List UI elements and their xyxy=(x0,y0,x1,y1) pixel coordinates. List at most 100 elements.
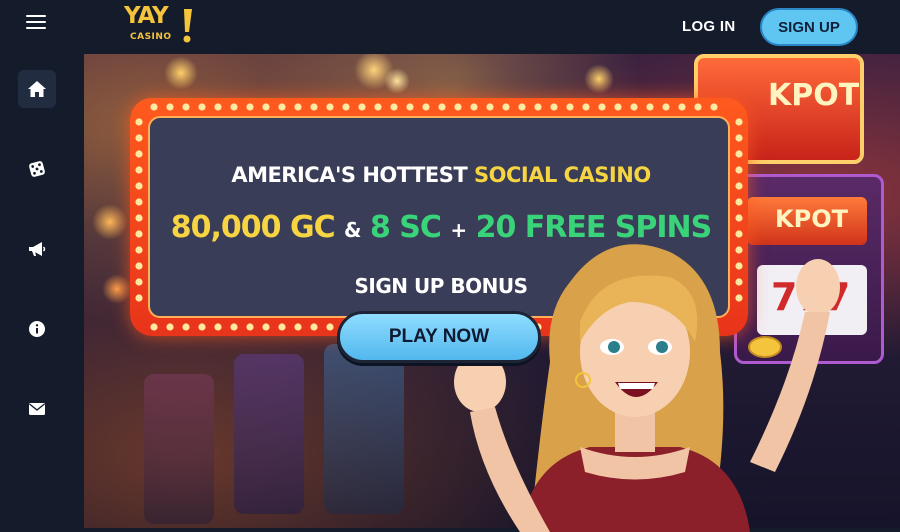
play-now-button[interactable]: PLAY NOW xyxy=(337,311,541,363)
marquee-bulb xyxy=(566,103,574,111)
marquee-bulb xyxy=(262,323,270,331)
marquee-bulb xyxy=(135,294,143,302)
marquee-bulb xyxy=(630,103,638,111)
coin-decoration xyxy=(584,64,614,94)
bokeh-light xyxy=(384,68,410,94)
marquee-bulb xyxy=(135,278,143,286)
marquee-bulb xyxy=(135,166,143,174)
marquee-bulb xyxy=(342,103,350,111)
marquee-bulb xyxy=(406,103,414,111)
marquee-bulb xyxy=(230,323,238,331)
offer-ampersand: & xyxy=(344,218,361,242)
marquee-bulb xyxy=(646,103,654,111)
sidebar-item-games[interactable] xyxy=(18,150,56,188)
marquee-bulb xyxy=(358,103,366,111)
logo-sub-text: CASINO xyxy=(130,32,172,42)
offer-gc: 80,000 GC xyxy=(170,210,336,245)
marquee-bulb xyxy=(326,323,334,331)
marquee-bulb xyxy=(278,323,286,331)
hero-character-illustration xyxy=(454,244,840,532)
marquee-bulb xyxy=(735,134,743,142)
marquee-bulb xyxy=(710,103,718,111)
marquee-bulb xyxy=(390,103,398,111)
marquee-bulb xyxy=(246,103,254,111)
sidebar-item-home[interactable] xyxy=(18,70,56,108)
marquee-bulb xyxy=(135,182,143,190)
promo-headline-prefix: AMERICA'S HOTTEST xyxy=(231,163,468,187)
marquee-bulb xyxy=(534,103,542,111)
marquee-bulb xyxy=(214,103,222,111)
info-icon xyxy=(29,321,45,337)
menu-icon[interactable] xyxy=(26,13,48,31)
marquee-bulb xyxy=(135,118,143,126)
marquee-bulb xyxy=(598,103,606,111)
marquee-bulb xyxy=(310,323,318,331)
sidebar-item-contact[interactable] xyxy=(18,390,56,428)
marquee-bulb xyxy=(278,103,286,111)
jackpot-sign-text: KPOT xyxy=(775,205,848,233)
marquee-bulb xyxy=(735,182,743,190)
marquee-bulb xyxy=(438,103,446,111)
dice-icon xyxy=(29,161,45,177)
marquee-bulb xyxy=(582,103,590,111)
marquee-bulb xyxy=(198,103,206,111)
promo-headline: AMERICA'S HOTTEST SOCIAL CASINO xyxy=(150,163,732,187)
marquee-bulb xyxy=(150,103,158,111)
marquee-bulb xyxy=(454,103,462,111)
marquee-bulb xyxy=(135,214,143,222)
app-root: YAY CASINO LOG IN SIGN UP KPOT KPOT AMER… xyxy=(0,0,900,532)
marquee-bulb xyxy=(735,198,743,206)
logo[interactable]: YAY CASINO xyxy=(124,3,200,48)
sidebar xyxy=(0,54,84,532)
slot-machine-decoration xyxy=(234,354,304,514)
megaphone-icon xyxy=(29,242,46,256)
marquee-bulb xyxy=(326,103,334,111)
marquee-bulb xyxy=(262,103,270,111)
marquee-bulb xyxy=(135,262,143,270)
home-icon xyxy=(28,81,46,97)
marquee-bulb xyxy=(470,103,478,111)
marquee-bulb xyxy=(198,323,206,331)
marquee-bulb xyxy=(166,103,174,111)
marquee-bulb xyxy=(135,134,143,142)
top-bar: YAY CASINO LOG IN SIGN UP xyxy=(0,0,900,54)
marquee-bulb xyxy=(310,103,318,111)
marquee-bulb xyxy=(135,230,143,238)
marquee-bulb xyxy=(735,118,743,126)
marquee-bulb xyxy=(662,103,670,111)
marquee-bulb xyxy=(166,323,174,331)
bokeh-light xyxy=(102,274,132,304)
marquee-bulb xyxy=(422,103,430,111)
sidebar-item-promotions[interactable] xyxy=(18,230,56,268)
marquee-bulb xyxy=(230,103,238,111)
logo-main-text: YAY xyxy=(124,3,169,29)
marquee-bulb xyxy=(735,150,743,158)
marquee-bulb xyxy=(135,246,143,254)
logo-exclamation-icon xyxy=(183,9,192,43)
marquee-bulb xyxy=(502,103,510,111)
slot-machine-decoration xyxy=(144,374,214,524)
login-button[interactable]: LOG IN xyxy=(682,18,735,35)
marquee-bulb xyxy=(214,323,222,331)
marquee-bulb xyxy=(294,103,302,111)
promo-headline-highlight: SOCIAL CASINO xyxy=(474,163,651,187)
marquee-bulb xyxy=(735,214,743,222)
bokeh-light xyxy=(164,56,198,90)
marquee-bulb xyxy=(735,166,743,174)
marquee-bulb xyxy=(135,150,143,158)
marquee-bulb xyxy=(135,198,143,206)
marquee-bulb xyxy=(246,323,254,331)
marquee-bulb xyxy=(182,323,190,331)
slot-machine-decoration xyxy=(324,344,404,514)
marquee-bulb xyxy=(614,103,622,111)
marquee-bulb xyxy=(678,103,686,111)
sidebar-item-info[interactable] xyxy=(18,310,56,348)
marquee-bulb xyxy=(694,103,702,111)
marquee-bulb xyxy=(550,103,558,111)
jackpot-sign-text: KPOT xyxy=(768,78,860,113)
mail-icon xyxy=(29,403,45,415)
signup-button[interactable]: SIGN UP xyxy=(760,8,858,46)
marquee-bulb xyxy=(374,103,382,111)
bokeh-light xyxy=(92,204,128,240)
marquee-bulb xyxy=(294,323,302,331)
